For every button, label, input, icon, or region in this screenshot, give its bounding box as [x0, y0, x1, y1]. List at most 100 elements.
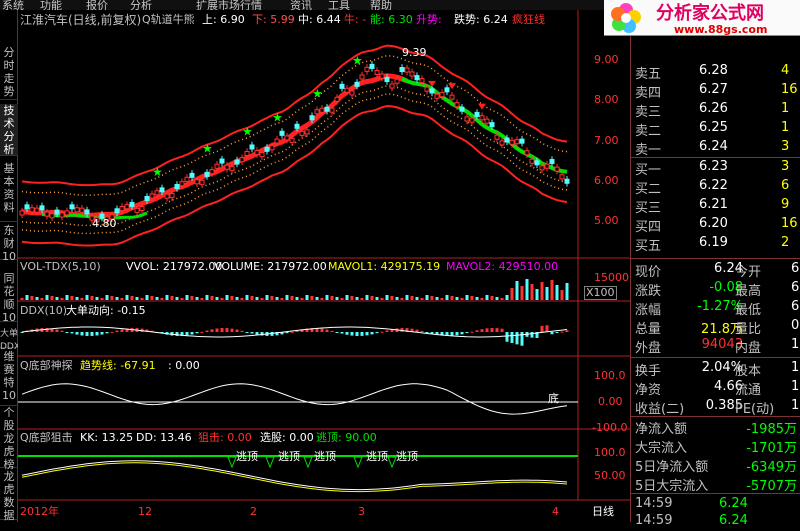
ddx-bar: [550, 332, 554, 335]
q-sniper-escape: 逃顶: 90.00: [316, 431, 377, 444]
fin-label-2: 股本: [735, 364, 762, 379]
ddx-bar: [330, 330, 334, 332]
volume-bar: [320, 298, 324, 300]
volume-bar: [100, 298, 104, 300]
stat-label-2: 今开: [735, 265, 762, 280]
period-label[interactable]: 日线: [592, 506, 614, 518]
tab-intraday[interactable]: 分时走势: [0, 46, 18, 100]
menu-function[interactable]: 功能: [40, 0, 62, 10]
candle-body: [474, 111, 480, 117]
candle-body: [239, 157, 245, 163]
ddx-bar: [510, 332, 514, 343]
volume-bar: [310, 296, 314, 300]
candle-body: [314, 109, 320, 115]
stat-row: 外盘 94043内盘 12: [631, 336, 800, 356]
candle-body: [69, 204, 75, 210]
tab-technical[interactable]: 技术分析: [0, 104, 18, 156]
ddx-bar: [215, 328, 219, 332]
volume-bar: [395, 297, 399, 300]
ddx-bar: [245, 332, 249, 333]
candle-body: [434, 93, 440, 99]
ddx-bar: [520, 332, 524, 346]
volume-bar: [550, 280, 554, 300]
candle-body: [184, 176, 190, 182]
candle-body: [64, 210, 70, 216]
menu-extended-market[interactable]: 扩展市场行情: [196, 0, 262, 10]
candle-body: [489, 122, 495, 128]
tab-10jqka[interactable]: 同花顺10: [0, 272, 18, 324]
candle-body: [34, 207, 40, 213]
candle-body: [264, 146, 270, 152]
volume-bar: [490, 296, 494, 300]
volume-bar: [80, 298, 84, 300]
tab-dragon-data[interactable]: 龙虎数据: [0, 470, 18, 522]
volume-bar: [35, 297, 39, 300]
ddx-bar: [485, 328, 489, 332]
candle-body: [124, 204, 130, 210]
left-sidebar: 分时走势 技术分析 基本资料 东财10 同花顺10 大单DDX 维赛特10 个股…: [0, 10, 20, 522]
price-tick-5: 5.00: [594, 214, 619, 227]
stat-value: -1.27%: [697, 299, 743, 314]
candle-body: [564, 178, 570, 184]
candle-body: [294, 123, 300, 129]
candle-body: [329, 107, 335, 113]
tab-dragon-tiger[interactable]: 个股龙虎榜: [0, 406, 18, 471]
volume-bar: [50, 296, 54, 300]
stat-label-2: 最低: [735, 303, 762, 318]
escape-tag-3: 逃顶: [314, 450, 336, 463]
stat-value: 6.24: [714, 261, 743, 276]
candle-body: [79, 207, 85, 213]
volume-bar: [465, 295, 469, 300]
volume-bar: [290, 296, 294, 300]
tick-time: 14:59: [635, 513, 673, 528]
candle-body: [554, 166, 560, 172]
stock-title: 江淮汽车(日线,前复权): [20, 13, 142, 27]
menu-news[interactable]: 资讯: [290, 0, 312, 10]
volume-bar: [545, 287, 549, 300]
divider: [631, 258, 800, 259]
ddx-bar: [110, 331, 114, 333]
volume-bar: [160, 298, 164, 300]
chart-area[interactable]: ★ ★ ★ ★ ★ ★ 江淮汽车(日线,前复权) Q轨道牛熊 上: 6.90 下: 5.9…: [18, 10, 630, 522]
volume-bar: [375, 297, 379, 300]
volume-bar: [245, 295, 249, 300]
ddx-bar: [385, 330, 389, 332]
tab-profile[interactable]: 基本资料: [0, 162, 18, 222]
candle-body: [189, 172, 195, 178]
candle-body: [114, 208, 120, 214]
menu-analysis[interactable]: 分析: [130, 0, 152, 10]
volume-bar: [275, 297, 279, 300]
volume-bar: [415, 297, 419, 300]
bid-volume: 9: [781, 197, 790, 212]
candle-body: [169, 193, 175, 199]
tab-eastmoney[interactable]: 东财10: [0, 224, 18, 263]
candle-body: [364, 66, 370, 72]
candle-body: [279, 130, 285, 136]
flow-value: -6349万: [746, 460, 797, 475]
candle-body: [289, 137, 295, 143]
candle-body: [174, 184, 180, 190]
ddx-bar: [85, 332, 89, 336]
ddx-bar: [250, 332, 254, 334]
volume-bar: [195, 297, 199, 300]
candle-body: [29, 207, 35, 213]
bid-label: 买三: [635, 201, 662, 216]
ddx-bar: [185, 332, 189, 336]
candle-body: [389, 83, 395, 89]
ddx-bar: [240, 330, 244, 332]
tab-ddx[interactable]: 大单DDX: [0, 328, 20, 352]
ddx-bar: [210, 329, 214, 332]
volume-bar: [340, 298, 344, 300]
ddx-value: 大单动向: -0.15: [66, 304, 146, 317]
menu-tools[interactable]: 工具: [328, 0, 350, 10]
candle-body: [354, 81, 360, 87]
stat-label-2: 内盘: [735, 341, 762, 356]
volume-bar: [250, 296, 254, 300]
menu-system[interactable]: 系统: [2, 0, 24, 10]
tab-vsat[interactable]: 维赛特10: [0, 350, 18, 406]
candle-body: [459, 106, 465, 112]
menu-help[interactable]: 帮助: [370, 0, 392, 10]
vol-unit-badge: X100: [584, 286, 617, 300]
menu-quote[interactable]: 报价: [86, 0, 108, 10]
candle-body: [419, 78, 425, 84]
